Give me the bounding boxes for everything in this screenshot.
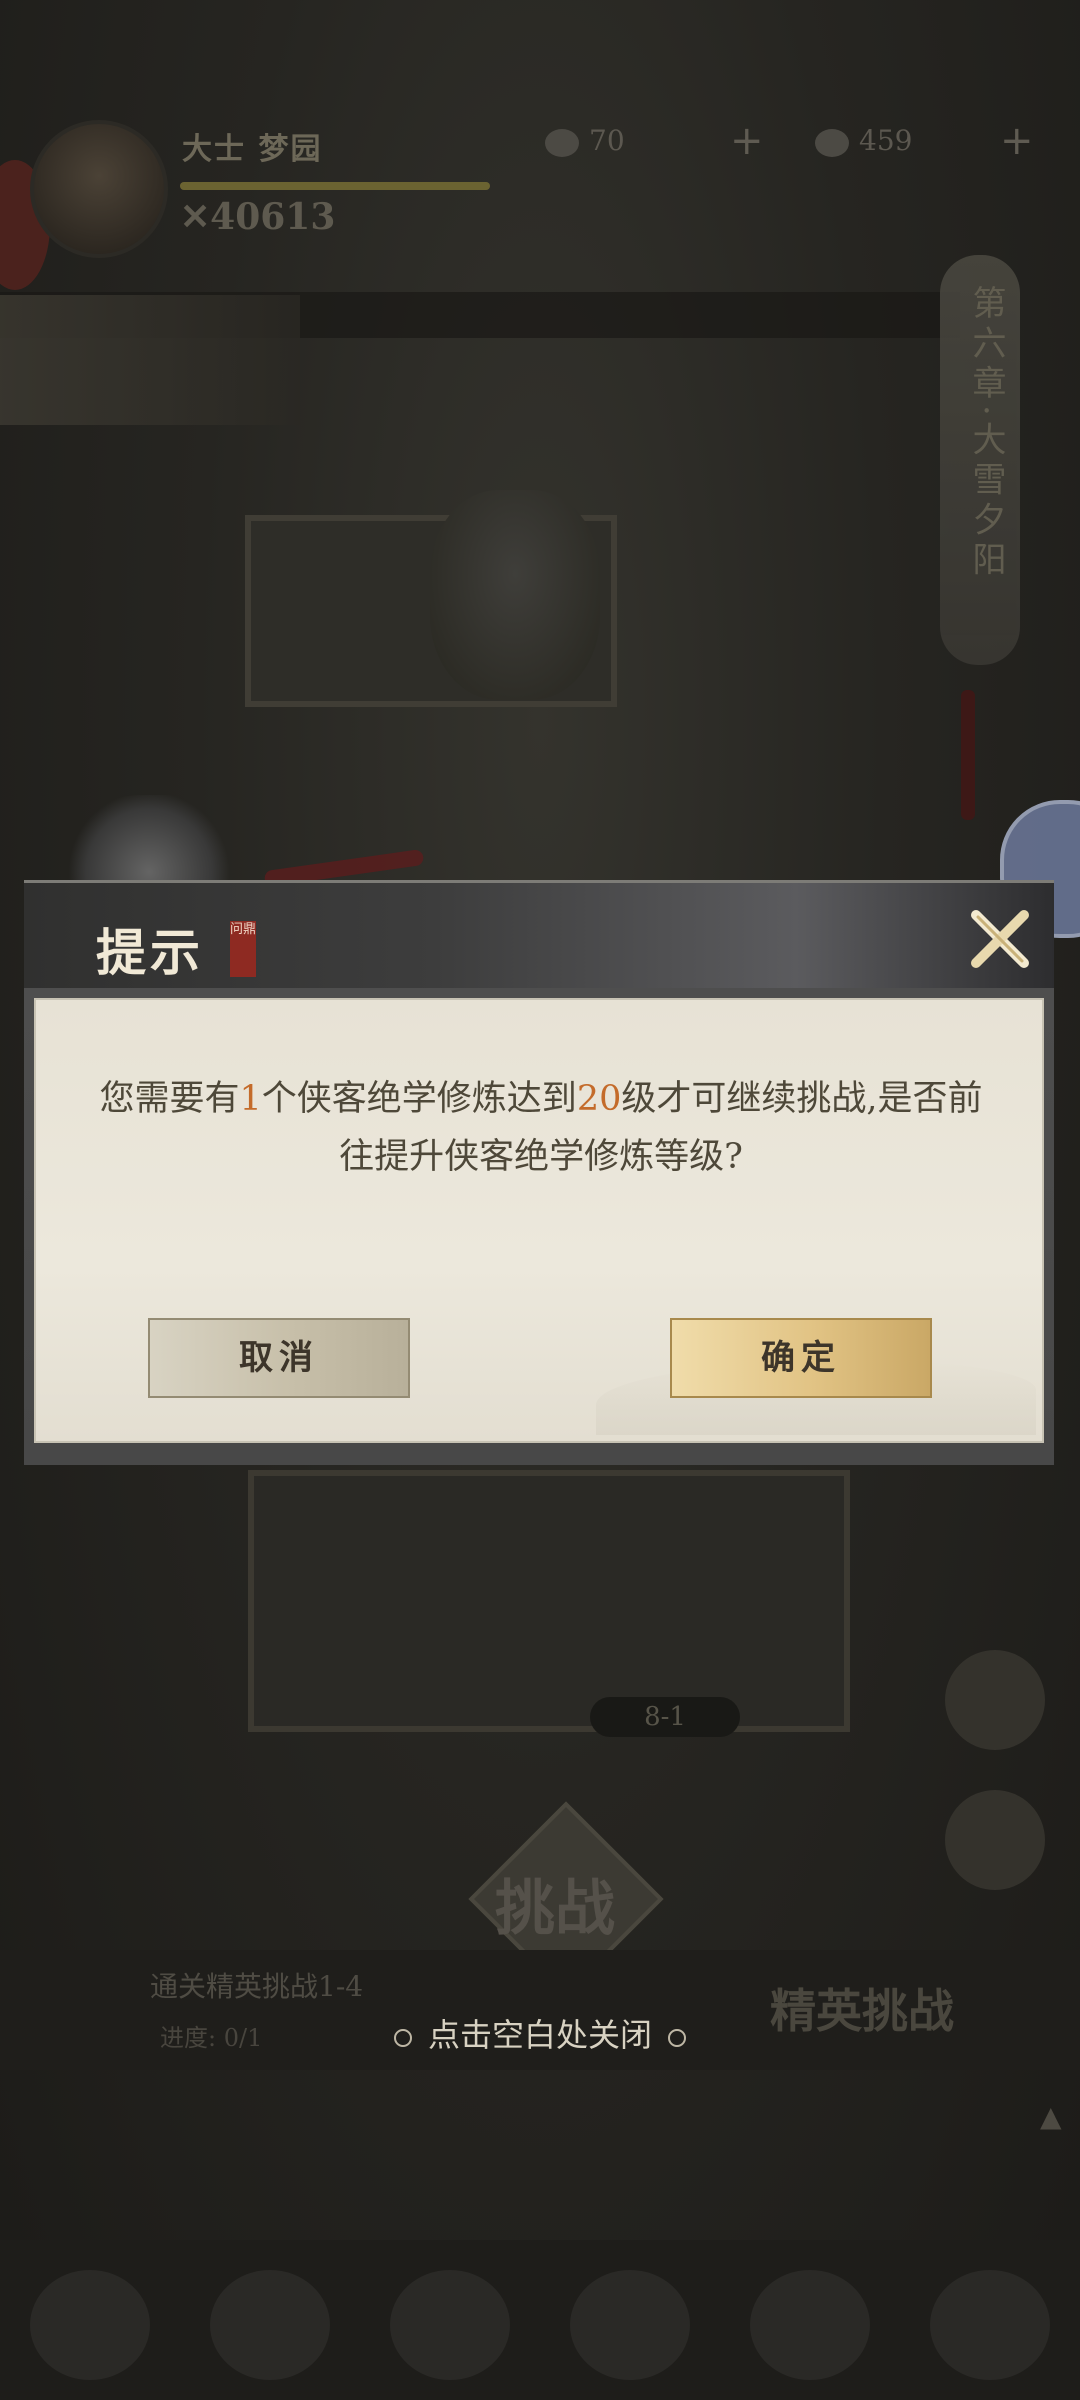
nav-item-2: [210, 2270, 330, 2380]
cancel-button[interactable]: 取消: [148, 1318, 410, 1398]
tap-blank-to-close[interactable]: 点击空白处关闭: [0, 2010, 1080, 2056]
gold-resource: 459: [815, 124, 912, 157]
stamp-decoration: 问鼎: [230, 921, 256, 977]
side-icon-gift: [945, 1650, 1045, 1750]
gem-icon: [545, 128, 579, 157]
chapter-title: 第六章·大雪夕阳: [966, 285, 1006, 582]
nav-item-1: [30, 2270, 150, 2380]
challenge-label: 挑战: [495, 1874, 615, 1944]
add-gold-icon: +: [1000, 118, 1034, 164]
combat-power: ✕40613: [180, 196, 336, 238]
nav-item-4: [570, 2270, 690, 2380]
ornament-left-icon: [393, 2028, 412, 2047]
gold-count: 459: [859, 124, 913, 157]
nav-item-5: [750, 2270, 870, 2380]
stage-scroll-bottom: [248, 1470, 850, 1732]
dialog-header: 提示 问鼎: [24, 880, 1054, 991]
gem-count: 70: [589, 124, 625, 157]
stage-label: 8-1: [590, 1697, 740, 1737]
gem-resource: 70: [545, 124, 625, 157]
close-icon: [971, 910, 1029, 968]
experience-bar: [180, 182, 490, 190]
tap-close-label: 点击空白处关闭: [427, 2016, 652, 2054]
player-name: 大士 梦园: [182, 132, 323, 167]
collapse-arrow-icon: ▲: [1040, 2100, 1062, 2133]
prompt-dialog: 提示 问鼎 您需要有1个侠客绝学修炼达到20级才可继续挑战,是否前往提升侠客绝学…: [24, 795, 1054, 1465]
dialog-title: 提示: [96, 923, 204, 982]
dialog-paper: 您需要有1个侠客绝学修炼达到20级才可继续挑战,是否前往提升侠客绝学修炼等级? …: [34, 998, 1044, 1443]
task-title: 通关精英挑战1-4: [150, 1970, 364, 2003]
warrior-figure: [430, 490, 600, 700]
confirm-button[interactable]: 确定: [670, 1318, 932, 1398]
player-avatar: [30, 120, 168, 258]
nav-item-6: [930, 2270, 1050, 2380]
ornament-right-icon: [668, 2028, 686, 2047]
nav-item-3: [390, 2270, 510, 2380]
chapter-scroll: 第六章·大雪夕阳: [940, 255, 1020, 665]
tassel-decoration: [961, 690, 975, 820]
gold-ingot-icon: [815, 128, 849, 157]
bottom-navigation: [0, 2240, 1080, 2400]
required-count: 1: [239, 1079, 262, 1119]
event-banner: [0, 295, 300, 425]
dialog-body: 您需要有1个侠客绝学修炼达到20级才可继续挑战,是否前往提升侠客绝学修炼等级? …: [24, 988, 1054, 1465]
add-gem-icon: +: [730, 118, 764, 164]
required-level: 20: [576, 1079, 622, 1119]
dialog-message: 您需要有1个侠客绝学修炼达到20级才可继续挑战,是否前往提升侠客绝学修炼等级?: [99, 1079, 983, 1177]
close-button[interactable]: [964, 903, 1036, 975]
side-icon-reward: [945, 1790, 1045, 1890]
